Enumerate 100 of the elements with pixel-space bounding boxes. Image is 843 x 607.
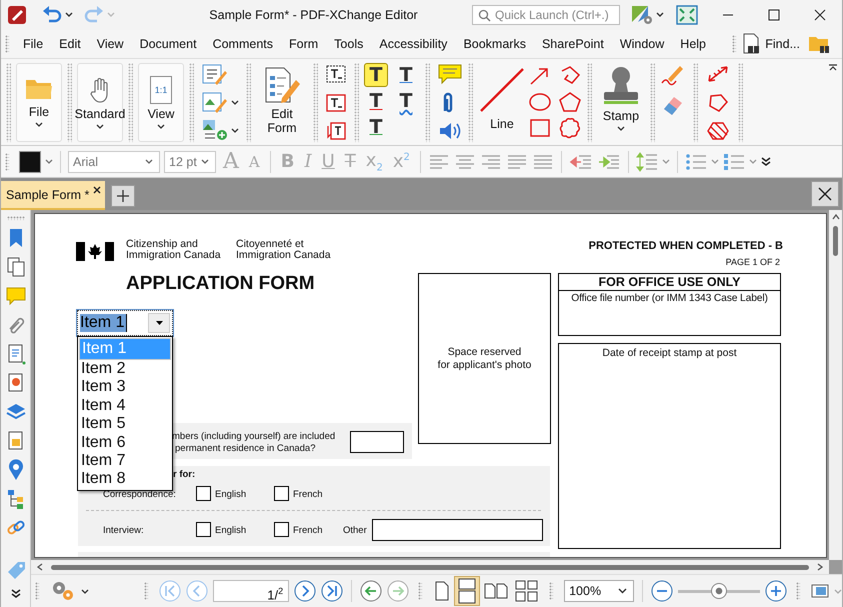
- image-add-icon[interactable]: [201, 118, 229, 142]
- single-page-icon[interactable]: [433, 580, 452, 602]
- comments-icon[interactable]: [6, 285, 26, 307]
- text-underline-tool[interactable]: T: [394, 63, 418, 87]
- pages-icon[interactable]: [6, 256, 26, 278]
- signature-document-icon[interactable]: [6, 372, 26, 394]
- tree-structure-icon[interactable]: [6, 488, 26, 510]
- undo-icon[interactable]: [41, 5, 63, 25]
- bullet-list-icon[interactable]: [684, 152, 707, 172]
- caret-icon[interactable]: [231, 128, 239, 132]
- edit-form-button[interactable]: Edit Form: [256, 63, 308, 142]
- menu-item[interactable]: SharePoint: [534, 37, 612, 51]
- document-icon[interactable]: [6, 343, 26, 365]
- text-box-pen-icon[interactable]: [201, 63, 229, 87]
- menu-item[interactable]: Comments: [204, 37, 281, 51]
- menu-item[interactable]: Form: [281, 37, 326, 51]
- scrollbar-thumb[interactable]: [833, 226, 838, 256]
- dropdown-button[interactable]: [148, 313, 170, 333]
- standard-button[interactable]: Standard: [77, 63, 123, 142]
- maximize-icon[interactable]: [768, 9, 780, 21]
- dropdown-option[interactable]: Item 2: [79, 360, 171, 378]
- replace-text-tool[interactable]: T: [394, 89, 418, 113]
- dropdown-option[interactable]: Item 4: [79, 396, 171, 416]
- app-logo-icon[interactable]: [7, 5, 27, 25]
- menu-item[interactable]: Window: [612, 37, 672, 51]
- menu-item[interactable]: Tools: [326, 37, 372, 51]
- slider-thumb[interactable]: [711, 583, 728, 599]
- other-field[interactable]: [372, 519, 543, 541]
- numbered-list-icon[interactable]: [722, 152, 745, 172]
- find-button[interactable]: Find...: [765, 37, 800, 51]
- dropdown-option[interactable]: Item 8: [79, 470, 171, 489]
- stamp-button[interactable]: Stamp: [595, 63, 647, 142]
- fullscreen-icon[interactable]: [676, 5, 698, 25]
- dropdown-option[interactable]: Item 3: [79, 378, 171, 397]
- dropdown-option[interactable]: Item 5: [79, 415, 171, 434]
- ellipse-icon[interactable]: [528, 91, 552, 113]
- checkbox[interactable]: [196, 522, 211, 537]
- count-field[interactable]: [350, 431, 404, 453]
- checkbox[interactable]: [196, 486, 211, 501]
- underline-tool[interactable]: T: [364, 115, 388, 139]
- menu-item[interactable]: Accessibility: [371, 37, 456, 51]
- close-icon[interactable]: [93, 186, 101, 194]
- page-number-field[interactable]: 1/$^{2}$: [213, 580, 290, 602]
- menu-item[interactable]: File: [15, 37, 52, 51]
- text-field-icon[interactable]: [325, 92, 347, 114]
- grid-pages-icon[interactable]: [514, 579, 540, 603]
- combo-box[interactable]: Item 1: [77, 310, 173, 336]
- menu-item[interactable]: View: [88, 37, 132, 51]
- next-page-icon[interactable]: [294, 580, 316, 602]
- more-chevron-icon[interactable]: [10, 589, 20, 599]
- checkbox[interactable]: [274, 486, 289, 501]
- quick-launch-field[interactable]: Quick Launch (Ctrl+.): [472, 5, 620, 25]
- area-icon[interactable]: [705, 120, 731, 142]
- cloud-shape-icon[interactable]: [558, 117, 582, 139]
- file-button[interactable]: File: [16, 63, 62, 142]
- rectangle-icon[interactable]: [528, 117, 552, 139]
- continuous-page-icon[interactable]: [454, 576, 480, 606]
- scroll-up-icon[interactable]: [832, 214, 840, 220]
- more-chevron-icon[interactable]: [760, 156, 771, 166]
- zoom-dropdown[interactable]: 100%: [564, 580, 634, 602]
- menu-item[interactable]: Bookmarks: [455, 37, 534, 51]
- font-size-dropdown[interactable]: 12 pt: [164, 150, 216, 172]
- dropdown-option[interactable]: Item 7: [79, 452, 171, 470]
- zoom-in-icon[interactable]: [765, 580, 787, 602]
- gears-icon[interactable]: [50, 580, 76, 602]
- dropdown-option[interactable]: Item 6: [79, 434, 171, 452]
- color-swatch[interactable]: [19, 150, 41, 172]
- checkbox[interactable]: [274, 522, 289, 537]
- caret-icon[interactable]: [231, 100, 239, 105]
- new-tab-icon[interactable]: [111, 185, 135, 207]
- text-document-icon[interactable]: [6, 430, 26, 452]
- view-button[interactable]: 1:1 View: [138, 63, 184, 142]
- strikeout-tool[interactable]: T: [364, 89, 388, 113]
- comment-icon[interactable]: [437, 63, 463, 85]
- scroll-right-icon[interactable]: [817, 563, 823, 571]
- pentagon-icon[interactable]: [558, 91, 582, 113]
- caret-icon[interactable]: [65, 12, 73, 18]
- menu-item[interactable]: Document: [132, 37, 205, 51]
- document-tab[interactable]: Sample Form *: [1, 181, 105, 210]
- line-button[interactable]: Line: [476, 63, 528, 142]
- typewriter-tool[interactable]: T: [364, 63, 388, 87]
- close-document-icon[interactable]: [811, 181, 839, 207]
- menu-item[interactable]: Edit: [51, 37, 89, 51]
- panel-view-icon[interactable]: [811, 584, 829, 598]
- scrollbar-thumb[interactable]: [51, 564, 809, 570]
- collapse-ribbon-icon[interactable]: [828, 63, 838, 71]
- zoom-slider[interactable]: [678, 582, 760, 600]
- zoom-out-icon[interactable]: [651, 580, 674, 602]
- caret-icon[interactable]: [81, 588, 89, 594]
- font-dropdown[interactable]: Arial: [68, 150, 160, 172]
- scroll-left-icon[interactable]: [37, 563, 43, 571]
- outdent-icon[interactable]: [568, 152, 593, 170]
- text-field-icon[interactable]: [325, 63, 347, 85]
- menu-item[interactable]: Help: [672, 37, 714, 51]
- close-icon[interactable]: [814, 9, 826, 21]
- speaker-icon[interactable]: [437, 120, 463, 142]
- caret-icon[interactable]: [656, 12, 664, 18]
- text-field-arrow-icon[interactable]: [325, 120, 347, 142]
- pencil-icon[interactable]: [660, 63, 686, 87]
- last-page-icon[interactable]: [321, 580, 344, 602]
